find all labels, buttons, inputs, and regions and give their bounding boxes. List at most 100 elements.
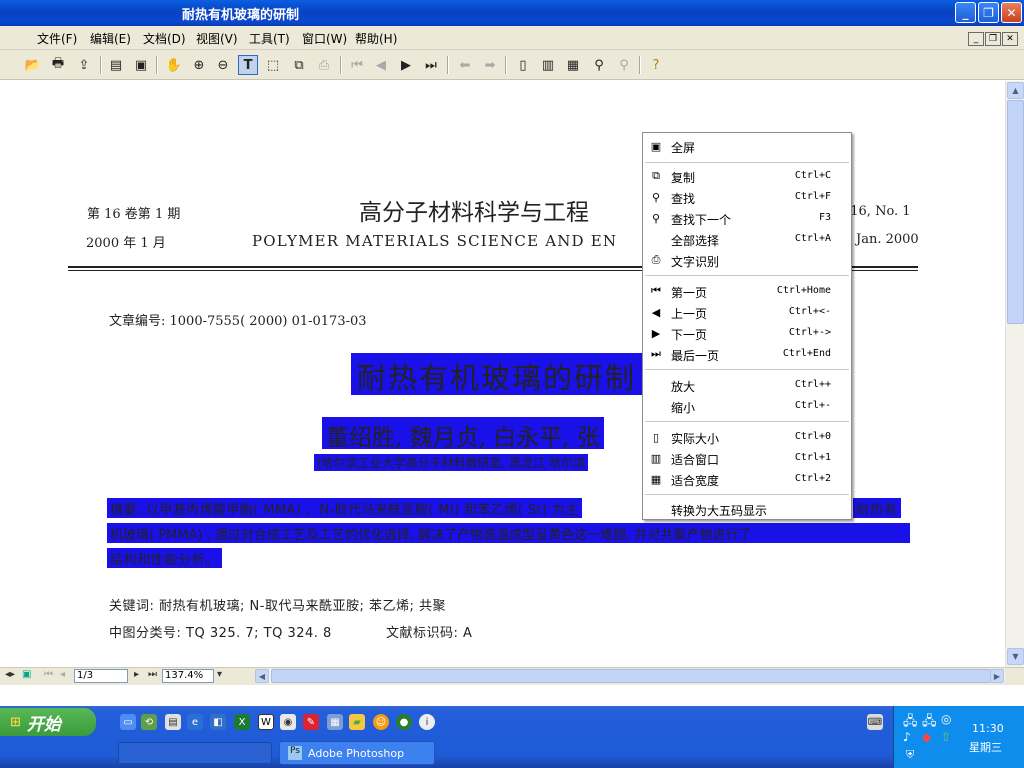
first-page-icon[interactable]: ⏮ [347, 55, 367, 75]
menu-edit[interactable]: 编辑(E) [90, 30, 131, 47]
ctx-fit-window[interactable]: ▥ 适合窗口 Ctrl+1 [643, 448, 851, 468]
actual-size-icon: ▯ [652, 430, 660, 444]
horizontal-scroll-thumb[interactable] [271, 669, 991, 683]
mdi-close-button[interactable]: ✕ [1002, 32, 1018, 46]
internet-explorer-icon[interactable]: e [187, 714, 203, 730]
back-icon[interactable]: ⬅ [455, 55, 475, 75]
media-player-icon[interactable]: ◉ [280, 714, 296, 730]
text-select-icon[interactable]: T [238, 55, 258, 75]
taskbar-photoshop-button[interactable]: Ps Adobe Photoshop [279, 741, 435, 765]
tray-app-icon[interactable]: ◎ [941, 712, 951, 726]
zoom-in-icon[interactable]: ⊕ [189, 55, 209, 75]
menu-window[interactable]: 窗口(W) [302, 30, 347, 47]
panel-toggle-icon[interactable]: ◂▸ [5, 669, 15, 680]
zoom-dropdown-icon[interactable]: ▾ [217, 669, 222, 680]
next-page-icon[interactable]: ▶ [396, 55, 416, 75]
pdf-tool-icon[interactable]: ✎ [303, 714, 319, 730]
safely-remove-icon[interactable]: ⇧ [941, 730, 951, 744]
vertical-scrollbar[interactable]: ▲ ▼ [1005, 81, 1024, 667]
explorer-icon[interactable]: ◧ [210, 714, 226, 730]
fullscreen-icon[interactable]: ▣ [131, 55, 151, 75]
clock-day[interactable]: 星期三 [969, 739, 1002, 755]
ctx-zoom-in[interactable]: 放大 Ctrl++ [643, 375, 851, 395]
print-icon[interactable]: 🖶 [48, 55, 68, 75]
nav-first-icon[interactable]: ⏮ [44, 669, 53, 680]
fit-width-icon[interactable]: ▦ [563, 55, 583, 75]
menu-view[interactable]: 视图(V) [196, 30, 238, 47]
scroll-down-button[interactable]: ▼ [1007, 648, 1024, 665]
mdi-restore-button[interactable]: ❐ [985, 32, 1001, 46]
shield-icon[interactable]: ⛨ [906, 748, 914, 762]
messenger-icon[interactable]: ☺ [373, 714, 389, 730]
context-menu: ▣ 全屏 ⧉ 复制 Ctrl+C ⚲ 查找 Ctrl+F ⚲ 查找下一个 F3 全部选择 Ctr… [642, 132, 852, 520]
ctx-ocr[interactable]: ⎙ 文字识别 [643, 250, 851, 270]
keyboard-icon[interactable]: ⌨ [867, 714, 883, 730]
ctx-fullscreen[interactable]: ▣ 全屏 [643, 136, 851, 156]
scroll-up-button[interactable]: ▲ [1007, 82, 1024, 99]
binoculars-icon[interactable]: ⚲ [589, 55, 609, 75]
menu-help[interactable]: 帮助(H) [355, 30, 397, 47]
ctx-find-next[interactable]: ⚲ 查找下一个 F3 [643, 208, 851, 228]
find-next-icon[interactable]: ⚲ [614, 55, 634, 75]
word-icon[interactable]: W [258, 714, 274, 730]
ctx-fit-width[interactable]: ▦ 适合宽度 Ctrl+2 [643, 469, 851, 489]
ctx-last-page[interactable]: ⏭ 最后一页 Ctrl+End [643, 344, 851, 364]
info-icon[interactable]: i [419, 714, 435, 730]
fullscreen-small-icon[interactable]: ▣ [22, 669, 31, 680]
notepad-icon[interactable]: ▤ [165, 714, 181, 730]
close-button[interactable]: ✕ [1001, 2, 1022, 23]
menu-tools[interactable]: 工具(T) [249, 30, 290, 47]
page-number-input[interactable]: 1/3 [74, 669, 128, 683]
title-bar[interactable]: 耐热有机玻璃的研制 _ ❐ ✕ [0, 0, 1024, 26]
ctx-big5-display[interactable]: 转换为大五码显示 [643, 499, 851, 519]
region-select-icon[interactable]: ⬚ [263, 55, 283, 75]
zoom-select[interactable]: 137.4% [162, 669, 214, 683]
actual-size-icon[interactable]: ▯ [513, 55, 533, 75]
help-icon[interactable]: ? [646, 55, 666, 75]
folder-icon[interactable]: ▰ [349, 714, 365, 730]
forward-icon[interactable]: ➡ [480, 55, 500, 75]
toc-icon[interactable]: ▤ [106, 55, 126, 75]
document-tool-icon[interactable]: ▦ [327, 714, 343, 730]
volume-icon[interactable]: ♪ [903, 730, 911, 744]
last-page-icon[interactable]: ⏭ [421, 55, 441, 75]
ctx-prev-page[interactable]: ◀ 上一页 Ctrl+<- [643, 302, 851, 322]
nav-next-icon[interactable]: ▸ [134, 669, 139, 680]
fit-window-icon[interactable]: ▥ [538, 55, 558, 75]
ctx-select-all[interactable]: 全部选择 Ctrl+A [643, 229, 851, 249]
open-folder-icon[interactable]: 📂 [23, 55, 43, 75]
minimize-button[interactable]: _ [955, 2, 976, 23]
scroll-left-button[interactable]: ◀ [255, 669, 269, 683]
desktop-icon[interactable]: ▭ [120, 714, 136, 730]
player-icon[interactable]: ● [396, 714, 412, 730]
zoom-out-icon[interactable]: ⊖ [213, 55, 233, 75]
start-button[interactable]: ⊞ 开始 [0, 708, 96, 736]
ctx-copy[interactable]: ⧉ 复制 Ctrl+C [643, 166, 851, 186]
ocr-icon[interactable]: ⎙ [314, 55, 334, 75]
restore-button[interactable]: ❐ [978, 2, 999, 23]
mdi-minimize-button[interactable]: _ [968, 32, 984, 46]
ctx-find[interactable]: ⚲ 查找 Ctrl+F [643, 187, 851, 207]
hand-tool-icon[interactable]: ✋ [164, 55, 184, 75]
copy-icon[interactable]: ⧉ [289, 55, 309, 75]
export-icon[interactable]: ⇪ [74, 55, 94, 75]
ctx-actual-size[interactable]: ▯ 实际大小 Ctrl+0 [643, 427, 851, 447]
document-view[interactable]: 第 16 卷第 1 期 2000 年 1 月 高分子材料科学与工程 POLYME… [0, 81, 1005, 665]
horizontal-scrollbar[interactable]: ◀ ▶ [255, 669, 1005, 683]
taskbar-empty-slot[interactable] [118, 742, 272, 764]
scroll-right-button[interactable]: ▶ [990, 669, 1004, 683]
menu-document[interactable]: 文档(D) [143, 30, 186, 47]
antivirus-icon[interactable]: ◆ [922, 730, 931, 744]
vertical-scroll-thumb[interactable] [1007, 100, 1024, 324]
ctx-next-page[interactable]: ▶ 下一页 Ctrl+-> [643, 323, 851, 343]
abstract-line-1-tail: 耐热有 [853, 498, 902, 518]
ctx-first-page[interactable]: ⏮ 第一页 Ctrl+Home [643, 281, 851, 301]
nav-prev-icon[interactable]: ◂ [60, 669, 65, 680]
quicklaunch-app-icon[interactable]: ⟲ [141, 714, 157, 730]
clock-time[interactable]: 11:30 [972, 722, 1004, 735]
prev-page-icon[interactable]: ◀ [371, 55, 391, 75]
menu-file[interactable]: 文件(F) [37, 30, 77, 47]
ctx-zoom-out[interactable]: 缩小 Ctrl+- [643, 396, 851, 416]
excel-icon[interactable]: X [234, 714, 250, 730]
nav-last-icon[interactable]: ⏭ [148, 669, 157, 680]
